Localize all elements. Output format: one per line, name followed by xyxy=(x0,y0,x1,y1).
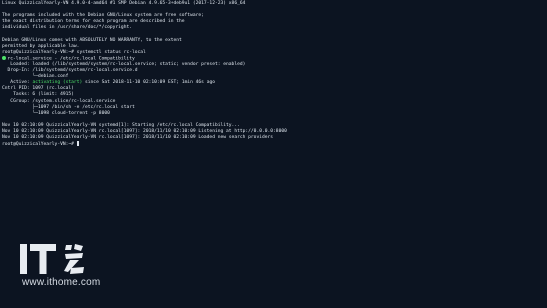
cursor-icon xyxy=(76,141,80,147)
active-state: activating (start) xyxy=(32,80,83,86)
shell-prompt: root@QuizzicalYearly-VN:~# xyxy=(2,142,77,148)
service-title: rc-local.service - /etc/rc.local Compati… xyxy=(7,56,135,62)
ithome-seal-icon xyxy=(64,244,84,274)
ithome-logo-icon xyxy=(20,244,56,274)
ithome-url: www.ithome.com xyxy=(22,277,101,288)
status-dot-icon xyxy=(2,55,6,60)
active-since: since Sat 2018-11-10 02:10:09 EST; 1min … xyxy=(82,80,215,86)
active-label: Active: xyxy=(2,80,33,86)
ithome-watermark: www.ithome.com xyxy=(18,240,108,302)
prompt-line[interactable]: root@QuizzicalYearly-VN:~# xyxy=(2,141,545,147)
terminal-window[interactable]: Linux QuizzicalYearly-VN 4.9.0-4-amd64 #… xyxy=(0,0,547,308)
